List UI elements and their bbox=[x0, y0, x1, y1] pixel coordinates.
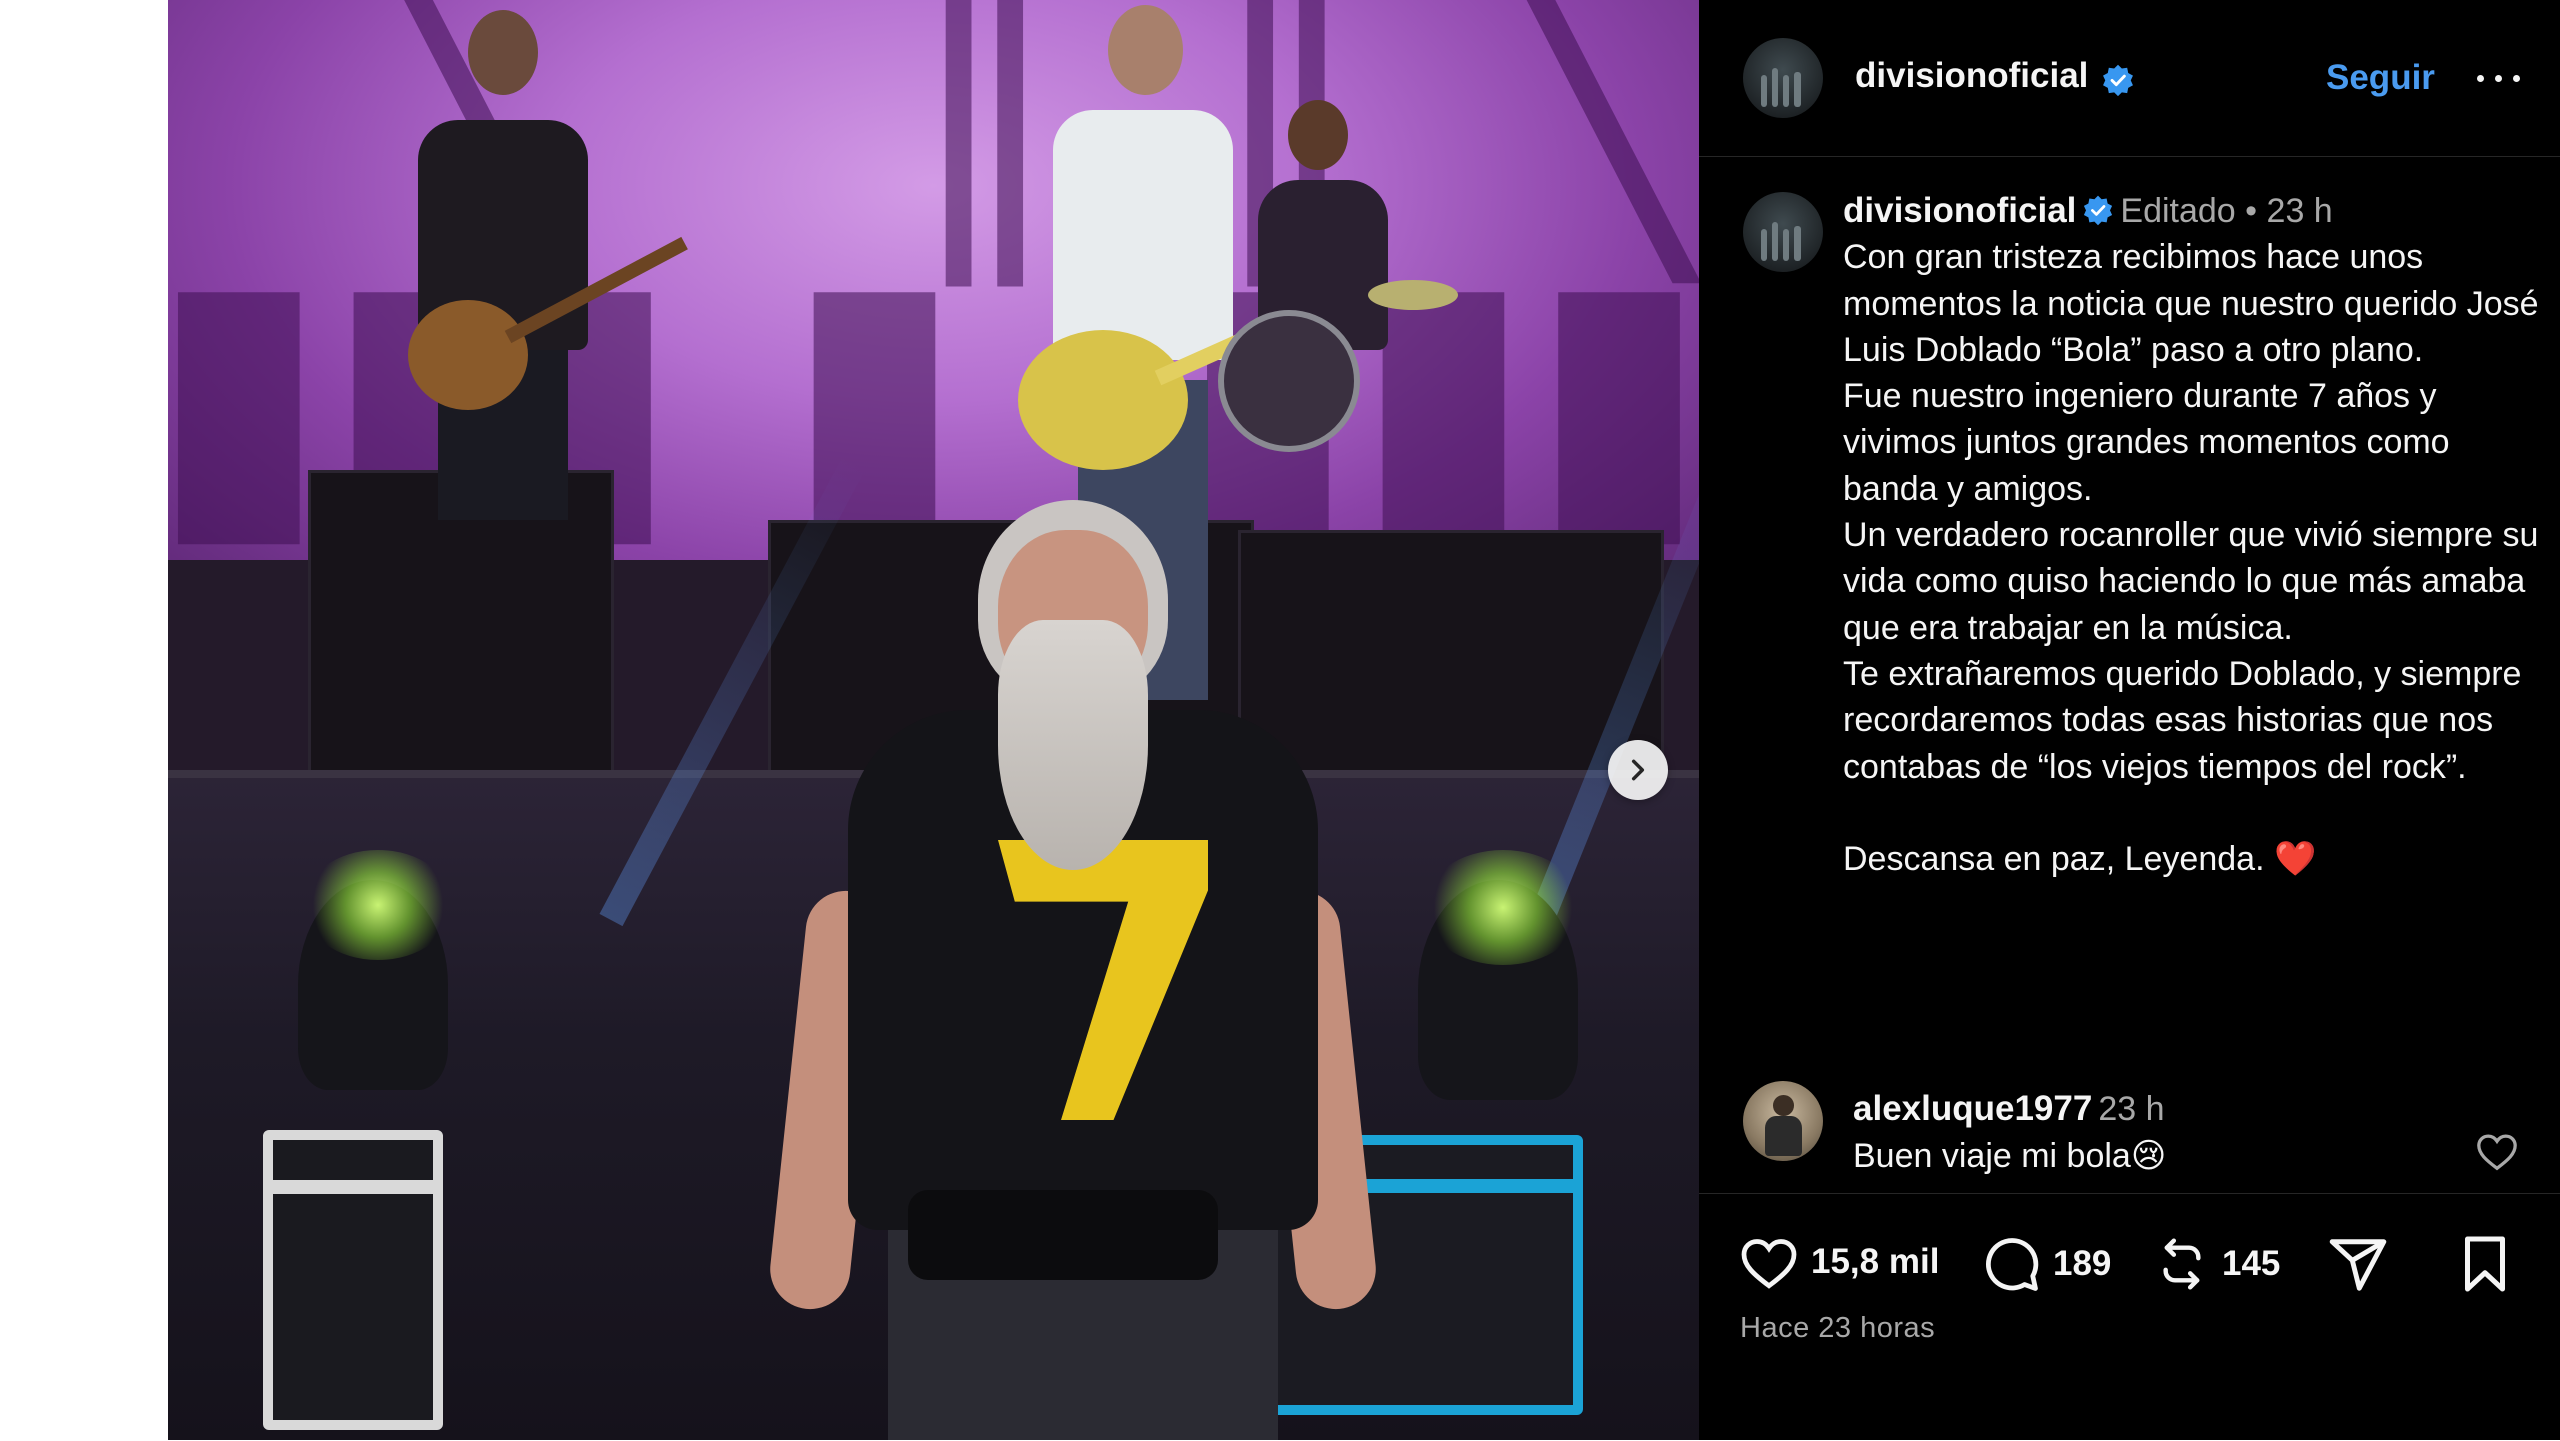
heart-icon bbox=[1741, 1239, 1797, 1289]
share-button[interactable] bbox=[2327, 1234, 2389, 1296]
page-margin-left bbox=[0, 0, 168, 1440]
verified-badge-icon bbox=[2084, 195, 2113, 226]
caption-closing: Descansa en paz, Leyenda. ❤️ bbox=[1843, 836, 2543, 882]
more-options-button[interactable] bbox=[2469, 58, 2529, 98]
post-sidebar: divisionoficial Seguir divisionoficial Ed… bbox=[1699, 0, 2560, 1440]
edited-label: Editado bbox=[2120, 192, 2236, 230]
comments-count: 189 bbox=[2053, 1244, 2112, 1283]
caption-paragraph: Te extrañaremos querido Doblado, y siemp… bbox=[1843, 654, 2522, 786]
account-avatar[interactable] bbox=[1743, 38, 1823, 118]
share-paper-plane-icon bbox=[2329, 1239, 2387, 1291]
post-actions: 15,8 mil 189 145 Hace 23 horas bbox=[1699, 1193, 2560, 1441]
stage-light-glow bbox=[303, 850, 453, 960]
caption-username[interactable]: divisionoficial bbox=[1843, 191, 2076, 230]
save-button[interactable] bbox=[2459, 1234, 2511, 1294]
comment-text-block: alexluque1977 23 h Buen viaje mi bola😢 bbox=[1853, 1085, 2166, 1180]
repost-icon bbox=[2163, 1238, 2201, 1290]
waist-bag bbox=[908, 1190, 1218, 1280]
header-username[interactable]: divisionoficial bbox=[1855, 56, 2088, 95]
likes-count[interactable]: 15,8 mil bbox=[1811, 1242, 1939, 1282]
post-header: divisionoficial Seguir bbox=[1699, 0, 2560, 157]
red-heart-emoji: ❤️ bbox=[2273, 839, 2317, 878]
flight-case bbox=[263, 1130, 443, 1430]
caption-time[interactable]: 23 h bbox=[2267, 192, 2333, 230]
reposts-count: 145 bbox=[2222, 1244, 2281, 1283]
next-image-button[interactable] bbox=[1608, 740, 1668, 800]
caption-paragraph: Fue nuestro ingeniero durante 7 años y v… bbox=[1843, 377, 2450, 508]
comment-time[interactable]: 23 h bbox=[2098, 1090, 2164, 1128]
like-button[interactable]: 15,8 mil bbox=[1739, 1234, 1939, 1290]
post-caption: divisionoficial Editado • 23 h Con gran t… bbox=[1843, 188, 2543, 882]
caption-paragraph: Descansa en paz, Leyenda. bbox=[1843, 839, 2265, 878]
verified-badge-icon bbox=[2102, 64, 2133, 96]
post-date[interactable]: Hace 23 horas bbox=[1740, 1312, 1935, 1345]
comment-item: alexluque1977 23 h Buen viaje mi bola😢 bbox=[1699, 1075, 2560, 1185]
comment-body: Buen viaje mi bola bbox=[1853, 1137, 2131, 1175]
bookmark-icon bbox=[2465, 1236, 2505, 1292]
comment-like-heart-icon[interactable] bbox=[2475, 1131, 2519, 1171]
caption-paragraph: Con gran tristeza recibimos hace unos mo… bbox=[1843, 238, 2539, 369]
comment-bubble-icon bbox=[1986, 1238, 2039, 1291]
bearded-man bbox=[766, 490, 1388, 1440]
commenter-username[interactable]: alexluque1977 bbox=[1853, 1089, 2092, 1128]
repost-button[interactable]: 145 bbox=[2154, 1234, 2280, 1294]
caption-paragraph: Un verdadero rocanroller que vivió siemp… bbox=[1843, 516, 2539, 647]
drummer bbox=[1218, 100, 1478, 520]
stage-light-glow bbox=[1423, 850, 1583, 965]
caption-header: divisionoficial Editado • 23 h bbox=[1843, 188, 2543, 234]
meta-separator: • bbox=[2245, 192, 2258, 230]
commenter-avatar[interactable] bbox=[1743, 1081, 1823, 1161]
comment-button[interactable]: 189 bbox=[1981, 1234, 2111, 1294]
guitarist-left bbox=[368, 0, 688, 520]
crying-emoji: 😢 bbox=[2130, 1137, 2167, 1175]
header-username-row: divisionoficial bbox=[1855, 56, 2135, 97]
post-image[interactable]: ╲ ║ ║ ╲ ║ ║ ▮▮▮ ▮ ▮▮▮ ▮▮▮ bbox=[168, 0, 1699, 1440]
chevron-right-icon bbox=[1631, 759, 1645, 781]
follow-button[interactable]: Seguir bbox=[2326, 58, 2435, 98]
caption-avatar[interactable] bbox=[1743, 192, 1823, 272]
